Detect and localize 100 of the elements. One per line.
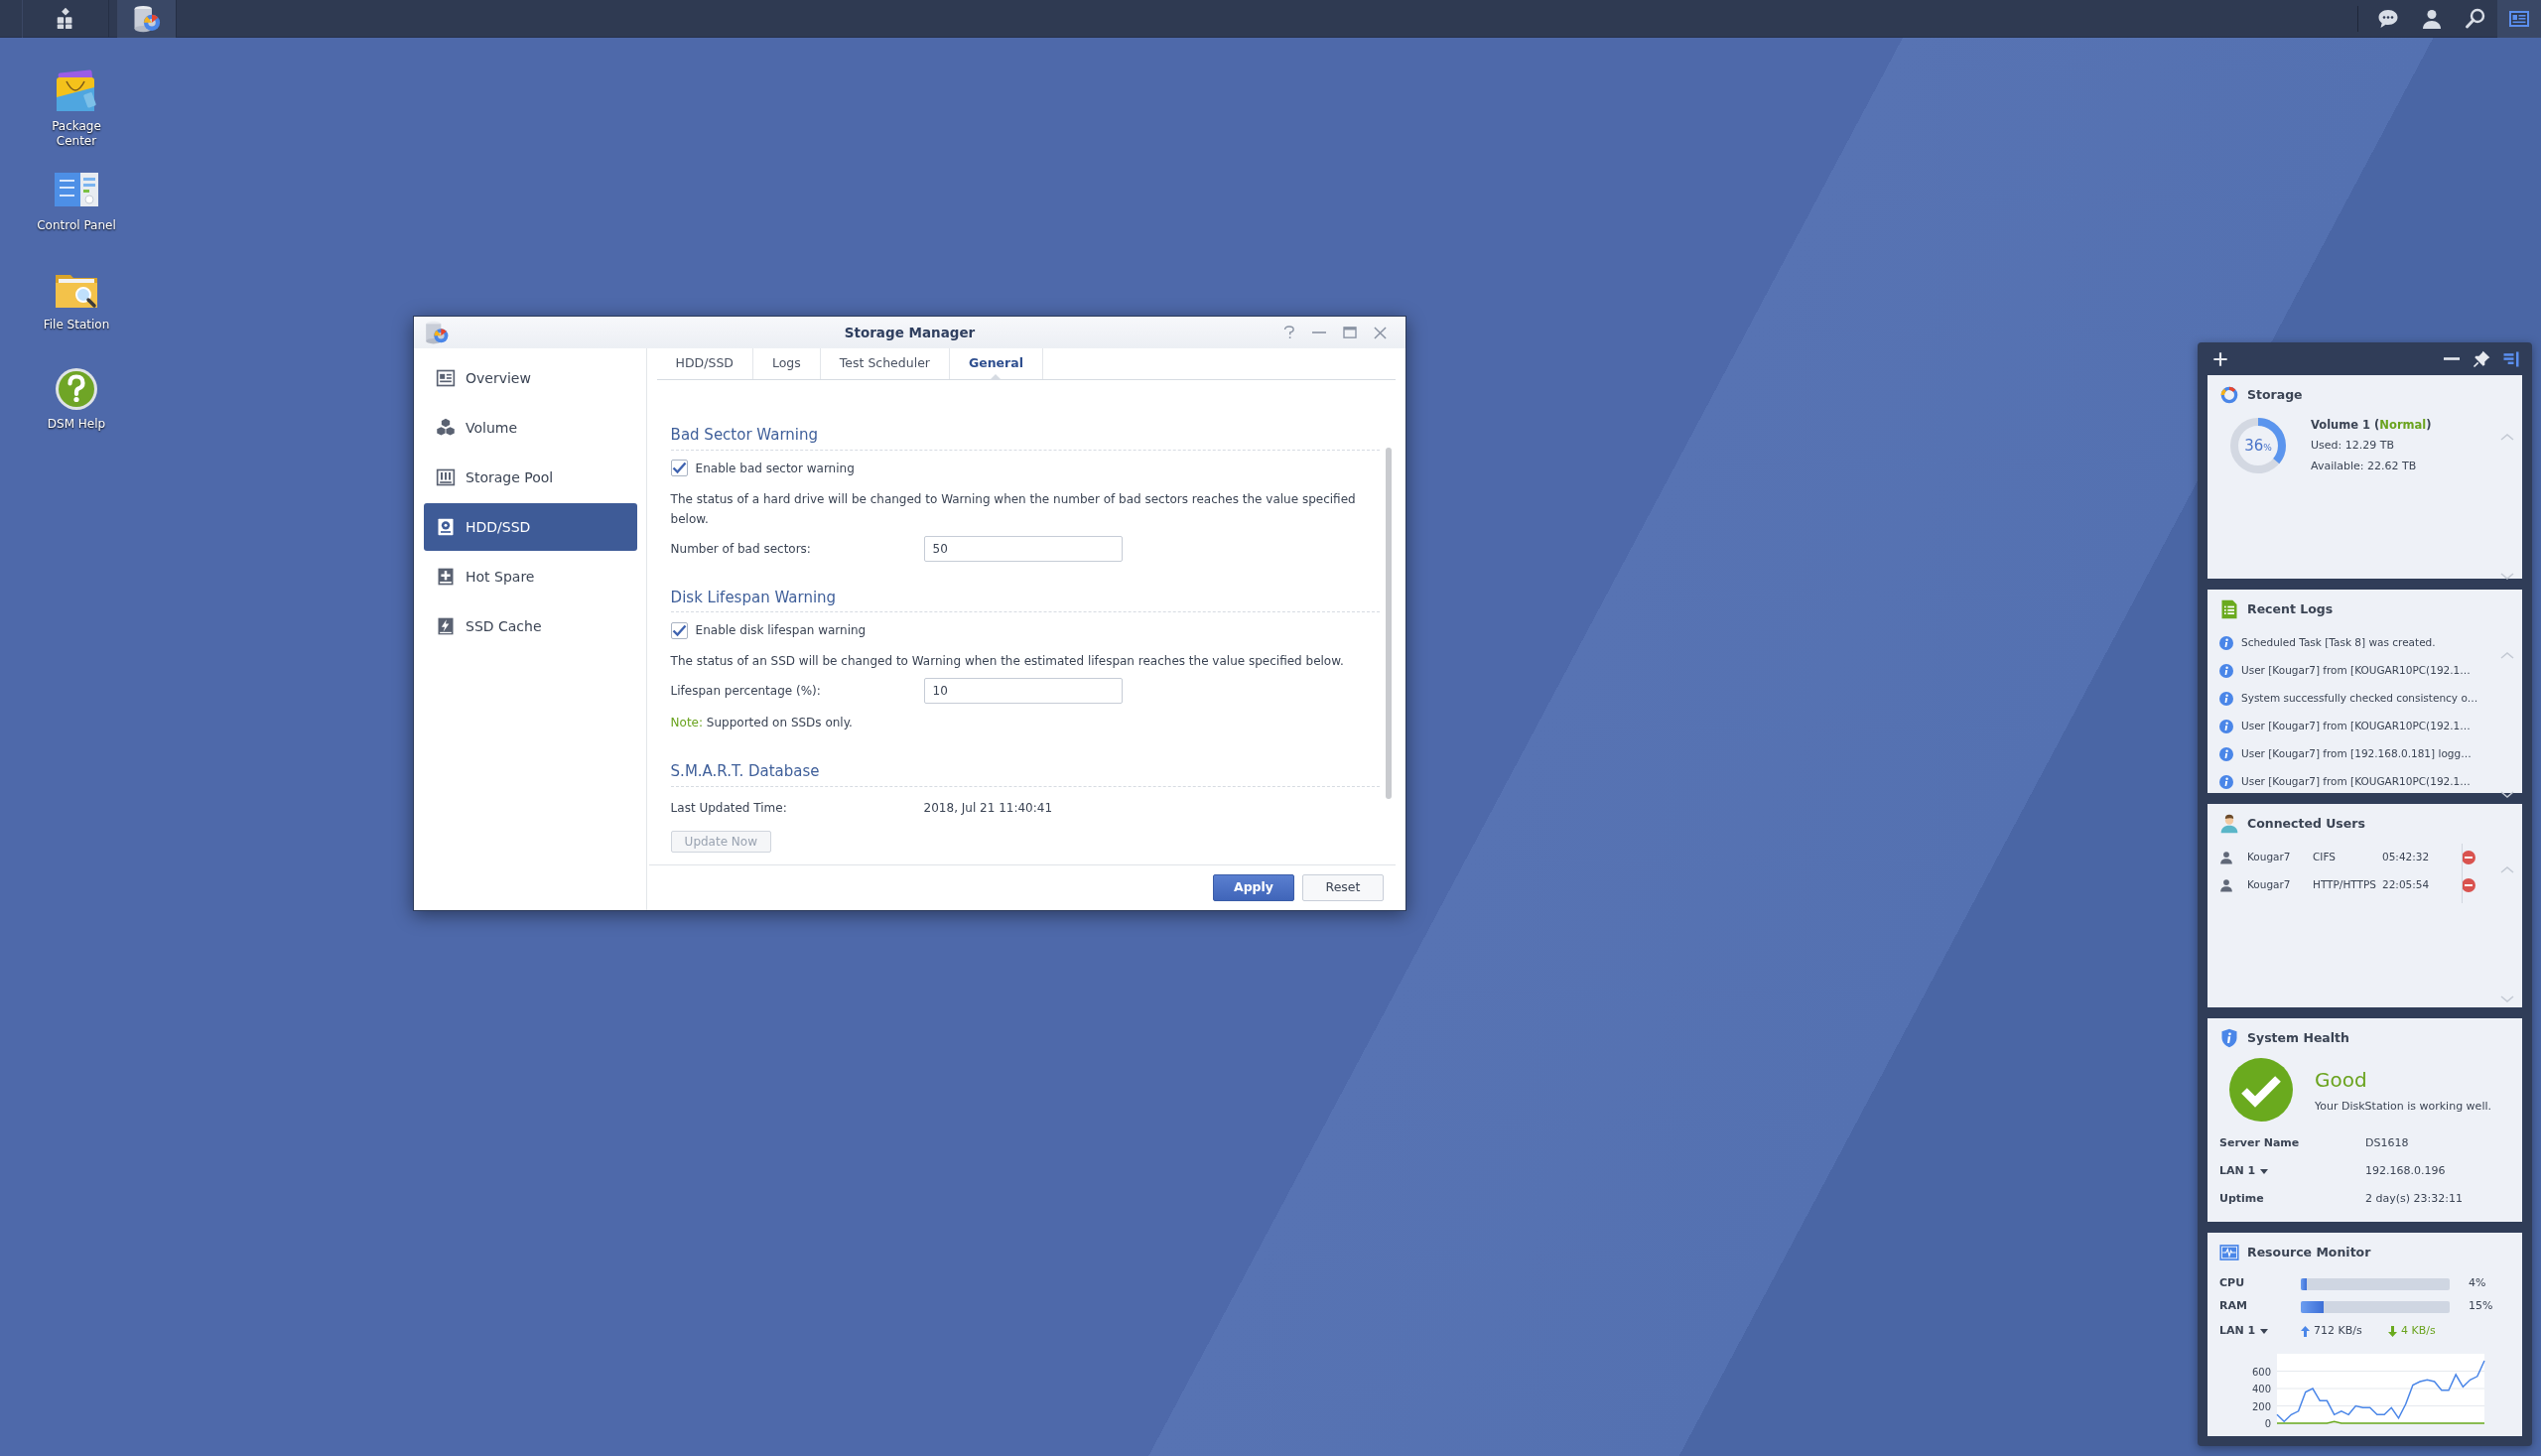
meter-label: CPU [2219,1275,2246,1292]
field-label: Number of bad sectors: [670,540,812,558]
columns-icon [436,467,456,487]
desktop-shortcut[interactable]: Control Panel [29,167,124,266]
info-value: DS1618 [2365,1134,2409,1151]
user-name: Kougar7 [2247,850,2292,865]
check-circle-icon [2229,1058,2293,1122]
checkbox-label[interactable]: Enable disk lifespan warning [695,621,867,639]
shield-icon [2219,1028,2239,1048]
pin-icon [2472,348,2491,369]
person-icon [2219,851,2233,864]
info-icon [2219,692,2233,706]
sidebar-item[interactable]: HDD/SSD [424,503,637,551]
user-name: Kougar7 [2247,877,2292,893]
help-icon [1281,326,1294,339]
desktop-shortcut[interactable]: Package Center [29,67,124,167]
axis-label: 400 [2251,1384,2271,1394]
widget-title: Recent Logs [2247,599,2334,618]
log-entry: User [Kougar7] from [192.168.0.181] logg… [2241,746,2472,762]
taskbar-app-button[interactable] [117,0,177,38]
sidebar-item[interactable]: Storage Pool [424,454,637,501]
maximize-icon [1342,327,1357,338]
caret-icon [2260,1328,2269,1334]
download-arrow-icon [2388,1325,2397,1337]
number-input-field[interactable]: 10 [923,678,1123,704]
info-label: Last Updated Time: [670,799,788,817]
info-icon [2219,720,2233,733]
checkbox[interactable] [670,621,688,639]
desktop-shortcut[interactable]: File Station [29,266,124,365]
log-entry: User [Kougar7] from [KOUGAR10PC(192.1… [2241,719,2471,734]
info-icon [2219,747,2233,761]
section-heading: S.M.A.R.T. Database [670,760,1380,787]
connection-time: 05:42:32 [2382,850,2431,865]
close-icon [1374,326,1387,339]
info-value: 192.168.0.196 [2365,1162,2446,1179]
monitor-icon [2219,1243,2239,1262]
donut-icon [2219,385,2239,405]
checkbox-label[interactable]: Enable bad sector warning [695,459,855,477]
apply-button[interactable]: Apply [1213,874,1294,901]
usage-percent: 36% [2244,435,2272,457]
section-heading: Disk Lifespan Warning [670,586,1380,612]
disconnect-button[interactable] [2462,851,2475,864]
info-icon [2219,775,2233,789]
section-heading: Bad Sector Warning [670,424,1380,451]
app-icon [424,320,450,345]
taskbar-app-button[interactable] [22,0,109,38]
info-label: Server Name [2219,1134,2301,1151]
health-message: Your DiskStation is working well. [2315,1098,2491,1115]
info-icon [2219,636,2233,650]
reset-button[interactable]: Reset [1302,874,1384,901]
minus-circle-icon [2462,878,2475,892]
available-space: Available: 22.62 TB [2311,458,2418,474]
upload-arrow-icon [2301,1325,2310,1337]
person-icon [2219,814,2239,834]
person-icon [2219,878,2233,892]
description: The status of an SSD will be changed to Warning when the estimated lifespan reaches the value specified below. [670,653,1345,670]
minimize-icon [2444,357,2460,360]
sidebar-item[interactable]: Volume [424,404,637,452]
used-space: Used: 12.29 TB [2311,438,2395,455]
tab[interactable]: HDD/SSD [656,348,753,379]
log-entry: User [Kougar7] from [KOUGAR10PC(192.1… [2241,663,2471,679]
meter-reading: 4% [2469,1275,2486,1292]
document-icon [2219,599,2239,619]
download-rate: 4 KB/s [2401,1322,2436,1339]
minus-circle-icon [2462,851,2475,864]
dropdown[interactable]: LAN 1 [2219,1162,2269,1180]
tab[interactable]: General [949,348,1043,379]
desktop-shortcut[interactable]: DSM Help [29,365,124,464]
cubes-icon [436,418,456,438]
axis-label: 200 [2251,1400,2271,1412]
question-icon [53,365,100,413]
connection-time: 22:05:54 [2382,877,2431,893]
card-icon [436,368,456,388]
search-icon [2464,6,2487,31]
widget-title: Connected Users [2247,814,2365,833]
database-icon [132,3,162,34]
info-icon [2219,664,2233,678]
widget-title: System Health [2247,1028,2349,1047]
disconnect-button[interactable] [2462,878,2475,892]
sidebar-item[interactable]: Hot Spare [424,553,637,600]
sidebar-item[interactable]: SSD Cache [424,602,637,650]
description: The status of a hard drive will be changed to Warning when the number of bad sectors reaches the value specified below. [670,490,1357,528]
log-entry: Scheduled Task [Task 8] was created. [2241,635,2436,651]
tab[interactable]: Test Scheduler [820,348,950,379]
minimize-icon [1311,331,1326,333]
volume-name: Volume 1 (Normal) [2311,417,2432,434]
protocol: HTTP/HTTPS [2313,877,2377,893]
log-entry: System successfully checked consistency o… [2241,691,2478,707]
bolt-icon [436,616,456,636]
caret-icon [2260,1168,2269,1174]
dropdown[interactable]: LAN 1 [2219,1322,2269,1340]
tab[interactable]: Logs [752,348,821,379]
protocol: CIFS [2313,850,2337,865]
scrollbar[interactable] [1386,448,1392,799]
sidebar-item[interactable]: Overview [424,354,637,402]
plus-icon [436,567,456,587]
checkbox[interactable] [670,460,688,476]
upload-rate: 712 KB/s [2314,1322,2363,1339]
note: Note: Supported on SSDs only. [670,715,854,731]
number-input-field[interactable]: 50 [923,535,1123,562]
